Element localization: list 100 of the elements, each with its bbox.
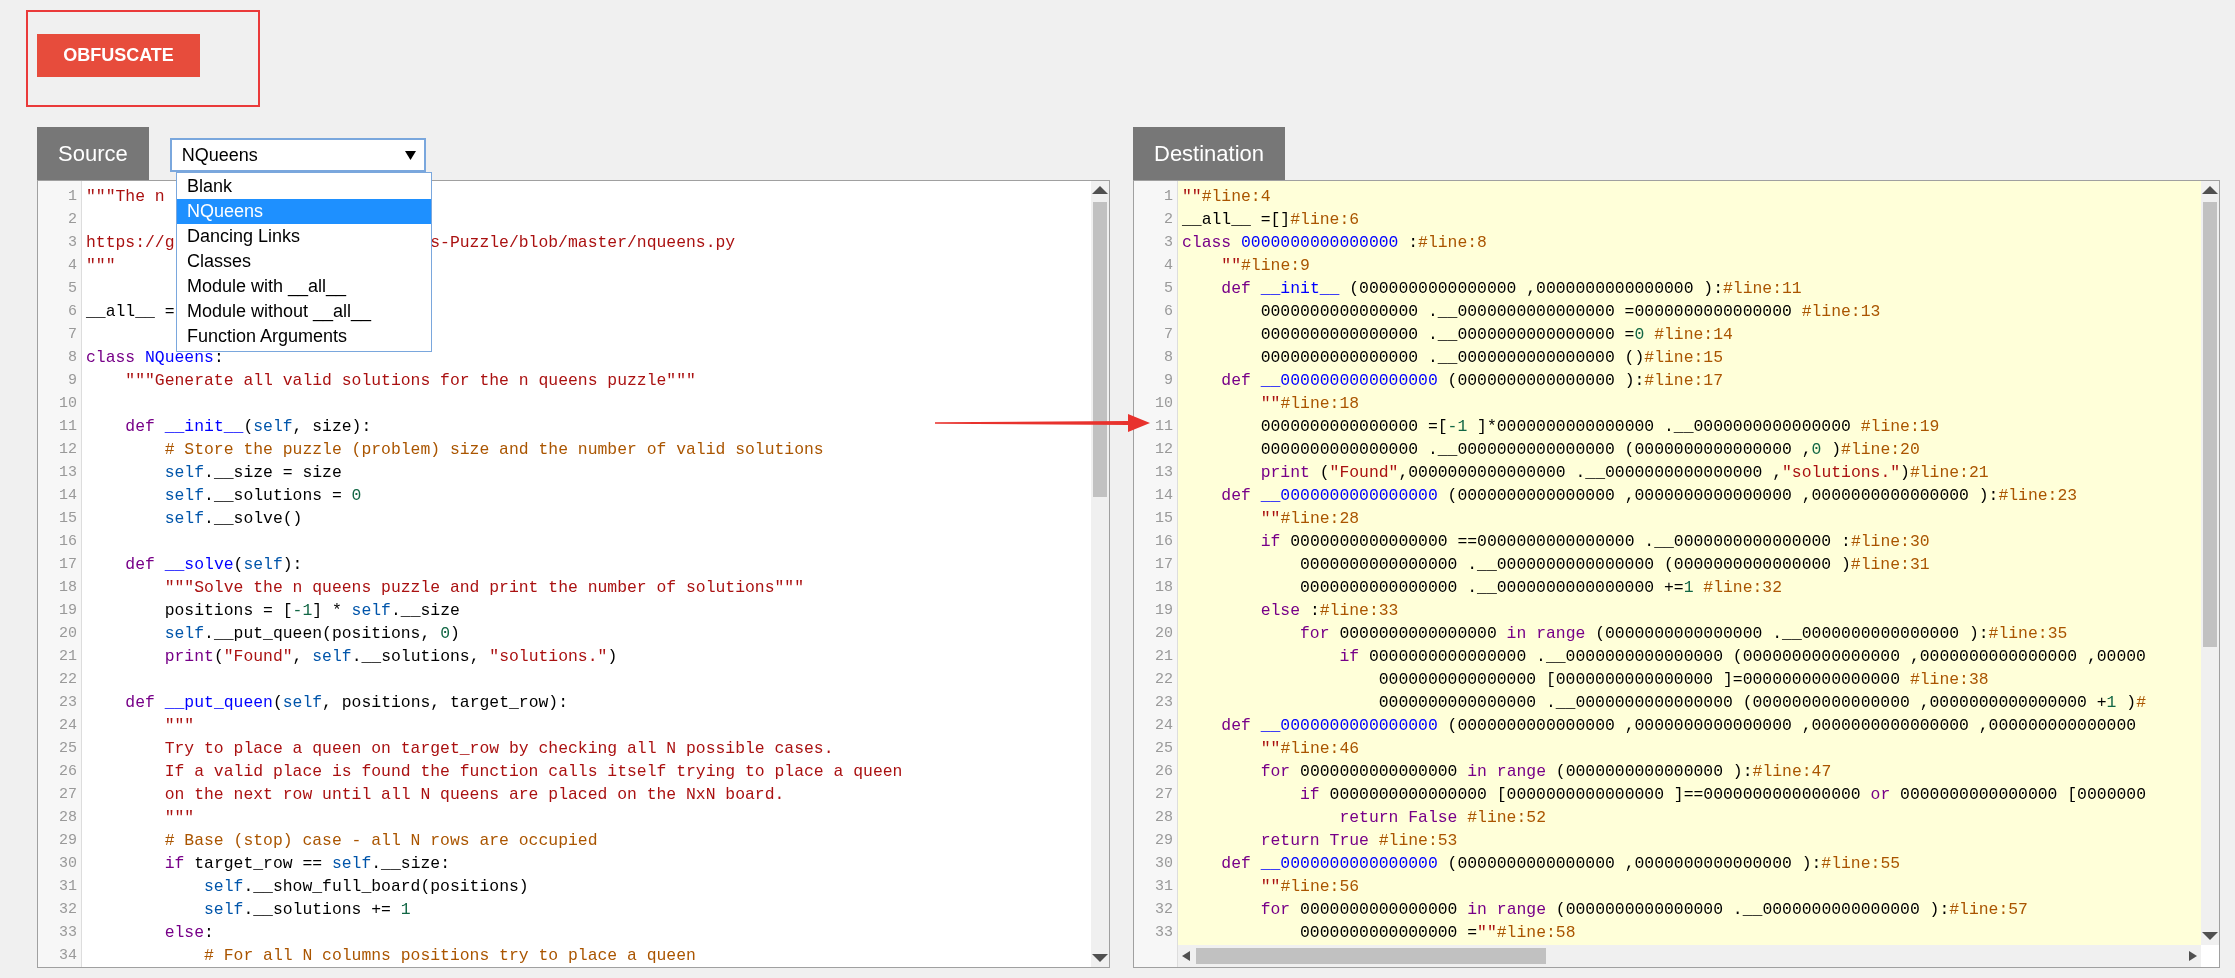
code-line: ""#line:18 <box>1259 394 1360 413</box>
line-number: 21 <box>58 647 77 667</box>
code-line: # For all N columns positions try to place a queen <box>203 946 696 965</box>
scroll-right-icon[interactable] <box>2189 951 2197 961</box>
line-number: 10 <box>58 394 77 414</box>
line-number: 23 <box>1154 693 1173 713</box>
line-number: 23 <box>58 693 77 713</box>
code-line: """Generate all valid solutions for the n queens puzzle""" <box>124 371 696 390</box>
line-number: 15 <box>1154 509 1173 529</box>
line-number: 28 <box>58 808 77 828</box>
line-number: 25 <box>58 739 77 759</box>
scroll-left-icon[interactable] <box>1182 951 1190 961</box>
line-number: 7 <box>67 325 77 345</box>
code-line: def __put_queen(self, positions, target_row): <box>124 693 568 712</box>
scroll-down-icon[interactable] <box>1091 954 1109 962</box>
line-number: 34 <box>58 946 77 966</box>
code-line: self.__solutions = 0 <box>163 486 362 505</box>
code-line: def __0000000000000000 (0000000000000000 ,0000000000000000 ,0000000000000000 ):#line:23 <box>1220 486 2078 505</box>
line-number: 27 <box>1154 785 1173 805</box>
code-line: ""#line:46 <box>1259 739 1360 758</box>
code-line: ""#line:56 <box>1259 877 1360 896</box>
code-line: return False #line:52 <box>1338 808 1546 827</box>
code-line: s-Puzzle/blob/master/nqueens.py <box>430 232 736 254</box>
code-line: ""#line:28 <box>1259 509 1360 528</box>
line-number: 10 <box>1154 394 1173 414</box>
line-number: 17 <box>1154 555 1173 575</box>
code-line: class 0000000000000000 :#line:8 <box>1182 233 1487 252</box>
caret-icon <box>404 150 416 160</box>
code-line: __all__ =[]#line:6 <box>1182 210 1360 229</box>
line-number: 4 <box>1163 256 1173 276</box>
code-line: 0000000000000000 .__0000000000000000 =0 #line:14 <box>1259 325 1733 344</box>
code-line: 0000000000000000 .__0000000000000000 (0000000000000000 ,0 )#line:20 <box>1259 440 1920 459</box>
code-line: """ <box>86 256 116 275</box>
vertical-scrollbar[interactable] <box>1091 181 1109 967</box>
code-line: If a valid place is found the function calls itself trying to place a queen <box>163 762 903 781</box>
example-dropdown[interactable]: NQueens <box>169 138 426 172</box>
code-editor[interactable] <box>1133 180 2220 968</box>
code-line: __all__ = <box>86 302 175 321</box>
line-number: 25 <box>1154 739 1173 759</box>
code-line: def __init__ (0000000000000000 ,0000000000000000 ):#line:11 <box>1220 279 1802 298</box>
line-number: 6 <box>1163 302 1173 322</box>
horizontal-scrollbar[interactable] <box>1178 945 2201 967</box>
code-line: for 0000000000000000 in range (0000000000000000 ):#line:47 <box>1259 762 1832 781</box>
code-line: if 0000000000000000 [0000000000000000 ]==0000000000000000 or 0000000000000000 [0000000 <box>1299 785 2146 804</box>
code-line: Try to place a queen on target_row by checking all N possible cases. <box>163 739 834 758</box>
scroll-down-icon[interactable] <box>2201 932 2219 940</box>
line-number: 2 <box>1163 210 1173 230</box>
scroll-up-icon[interactable] <box>2201 186 2219 194</box>
line-number: 26 <box>58 762 77 782</box>
line-number: 19 <box>1154 601 1173 621</box>
code-line: self.__size = size <box>163 463 342 482</box>
code-line: 0000000000000000 .__0000000000000000 ()#line:15 <box>1259 348 1723 367</box>
line-number: 31 <box>58 877 77 897</box>
code-line: print("Found", self.__solutions, "solutions.") <box>163 647 618 666</box>
code-line: for 0000000000000000 in range (0000000000000000 .__0000000000000000 ):#line:57 <box>1259 900 2028 919</box>
obfuscate-button[interactable]: OBFUSCATE <box>37 34 200 77</box>
code-line: class NQueens: <box>86 348 224 367</box>
code-line: def __0000000000000000 (0000000000000000 ,0000000000000000 ,0000000000000000 ,000000000000000 <box>1220 716 2137 735</box>
line-number: 33 <box>1154 923 1173 943</box>
code-line: 0000000000000000 .__0000000000000000 (0000000000000000 ,0000000000000000 +1 )# <box>1377 693 2146 712</box>
line-number: 15 <box>58 509 77 529</box>
code-line: if target_row == self.__size: <box>163 854 450 873</box>
code-line: """The n <box>86 187 165 206</box>
line-number: 6 <box>67 302 77 322</box>
line-number: 2 <box>67 210 77 230</box>
line-number: 12 <box>58 440 77 460</box>
line-number: 24 <box>58 716 77 736</box>
code-line: self.__show_full_board(positions) <box>203 877 529 896</box>
line-number: 1 <box>67 187 77 207</box>
line-number: 8 <box>67 348 77 368</box>
line-number: 29 <box>58 831 77 851</box>
code-line: # Store the puzzle (problem) size and the number of valid solutions <box>163 440 824 459</box>
code-line: self.__solutions += 1 <box>203 900 411 919</box>
code-line: self.__put_queen(positions, 0) <box>163 624 460 643</box>
line-number: 22 <box>58 670 77 690</box>
code-line: """ <box>163 716 195 735</box>
code-line: 0000000000000000 [0000000000000000 ]=0000000000000000 #line:38 <box>1377 670 1989 689</box>
code-line: def __0000000000000000 (0000000000000000 ,0000000000000000 ):#line:55 <box>1220 854 1901 873</box>
code-line: ""#line:9 <box>1220 256 1310 275</box>
line-number: 14 <box>1154 486 1173 506</box>
line-number: 30 <box>58 854 77 874</box>
code-line: ""#line:4 <box>1182 187 1271 206</box>
line-number: 18 <box>58 578 77 598</box>
code-line: if 0000000000000000 ==0000000000000000 .__0000000000000000 :#line:30 <box>1259 532 1930 551</box>
vertical-scrollbar[interactable] <box>2201 181 2219 967</box>
code-line: else: <box>163 923 214 942</box>
code-line: print ("Found",0000000000000000 .__0000000000000000 ,"solutions.")#line:21 <box>1259 463 1989 482</box>
line-number: 19 <box>58 601 77 621</box>
scrollbar-corner <box>2201 945 2219 967</box>
code-line: return True #line:53 <box>1259 831 1458 850</box>
line-number: 31 <box>1154 877 1173 897</box>
code-line: positions = [-1] * self.__size <box>163 601 460 620</box>
line-number: 9 <box>67 371 77 391</box>
code-line: def __0000000000000000 (0000000000000000 ):#line:17 <box>1220 371 1723 390</box>
line-number: 11 <box>1154 417 1173 437</box>
code-line: 0000000000000000 .__0000000000000000 =0000000000000000 #line:13 <box>1259 302 1881 321</box>
line-number: 1 <box>1163 187 1173 207</box>
line-number: 20 <box>1154 624 1173 644</box>
scroll-up-icon[interactable] <box>1091 186 1109 194</box>
line-number: 8 <box>1163 348 1173 368</box>
